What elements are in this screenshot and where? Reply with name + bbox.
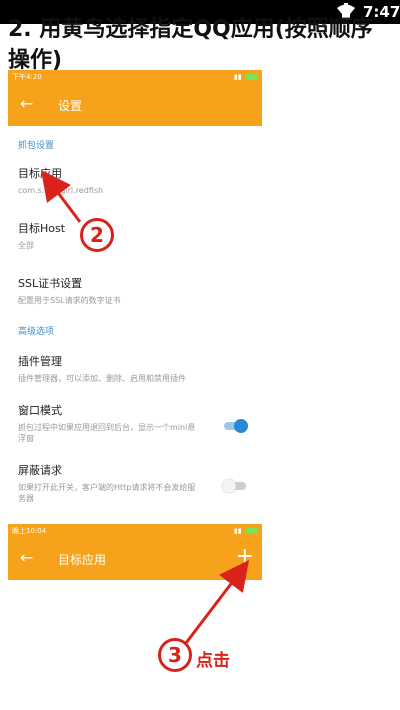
step-2-marker: 2 <box>80 218 114 252</box>
click-annotation-label: 点击 <box>196 651 230 671</box>
step-3-marker: 3 <box>158 638 192 672</box>
step3-arrow <box>184 560 250 644</box>
step2-arrow <box>41 170 82 223</box>
annotation-arrows <box>41 170 250 644</box>
